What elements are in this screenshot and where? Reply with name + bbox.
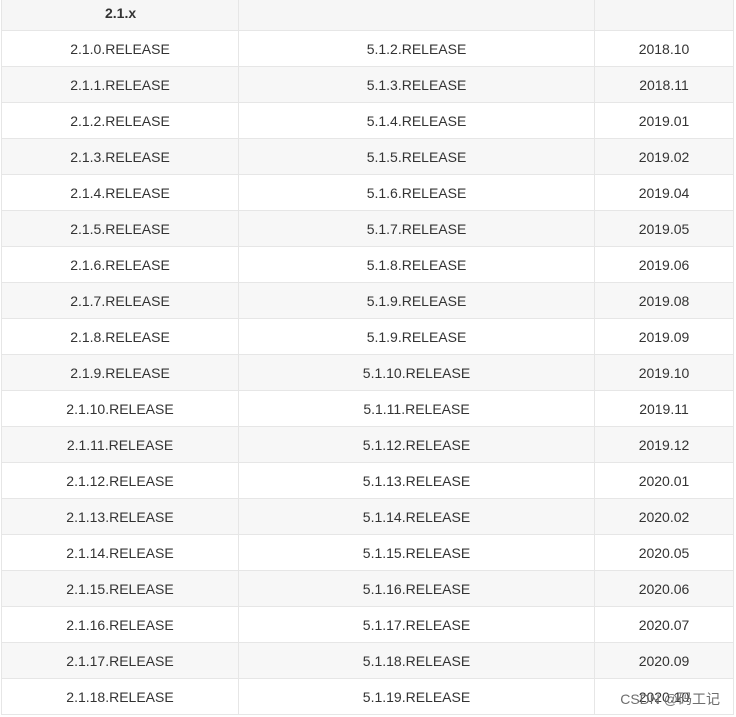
release-date-cell: 2020.02 <box>594 498 734 535</box>
boot-version-cell: 2.1.18.RELEASE <box>1 678 239 715</box>
table-row: 2.1.14.RELEASE 5.1.15.RELEASE 2020.05 <box>1 534 734 571</box>
release-date-cell: 2019.11 <box>594 390 734 427</box>
boot-version-cell: 2.1.16.RELEASE <box>1 606 239 643</box>
framework-version-cell: 5.1.12.RELEASE <box>238 426 595 463</box>
table-row: 2.1.17.RELEASE 5.1.18.RELEASE 2020.09 <box>1 642 734 679</box>
boot-version-cell: 2.1.9.RELEASE <box>1 354 239 391</box>
table-row: 2.1.13.RELEASE 5.1.14.RELEASE 2020.02 <box>1 498 734 535</box>
release-date-cell: 2019.09 <box>594 318 734 355</box>
framework-version-cell: 5.1.15.RELEASE <box>238 534 595 571</box>
release-date-cell: 2019.04 <box>594 174 734 211</box>
framework-version-cell: 5.1.13.RELEASE <box>238 462 595 499</box>
boot-version-cell: 2.1.7.RELEASE <box>1 282 239 319</box>
table-row: 2.1.11.RELEASE 5.1.12.RELEASE 2019.12 <box>1 426 734 463</box>
framework-version-cell: 5.1.9.RELEASE <box>238 282 595 319</box>
release-date-cell: 2019.08 <box>594 282 734 319</box>
boot-version-cell: 2.1.5.RELEASE <box>1 210 239 247</box>
section-empty-cell <box>594 0 734 31</box>
boot-version-cell: 2.1.10.RELEASE <box>1 390 239 427</box>
table-row: 2.1.6.RELEASE 5.1.8.RELEASE 2019.06 <box>1 246 734 283</box>
release-date-cell: 2018.11 <box>594 66 734 103</box>
release-date-cell: 2019.01 <box>594 102 734 139</box>
table-row: 2.1.1.RELEASE 5.1.3.RELEASE 2018.11 <box>1 66 734 103</box>
release-date-cell: 2020.09 <box>594 642 734 679</box>
section-header-row: 2.1.x <box>1 0 734 31</box>
framework-version-cell: 5.1.18.RELEASE <box>238 642 595 679</box>
boot-version-cell: 2.1.12.RELEASE <box>1 462 239 499</box>
boot-version-cell: 2.1.3.RELEASE <box>1 138 239 175</box>
framework-version-cell: 5.1.9.RELEASE <box>238 318 595 355</box>
release-date-cell: 2020.01 <box>594 462 734 499</box>
table-row: 2.1.5.RELEASE 5.1.7.RELEASE 2019.05 <box>1 210 734 247</box>
framework-version-cell: 5.1.3.RELEASE <box>238 66 595 103</box>
framework-version-cell: 5.1.5.RELEASE <box>238 138 595 175</box>
framework-version-cell: 5.1.4.RELEASE <box>238 102 595 139</box>
boot-version-cell: 2.1.13.RELEASE <box>1 498 239 535</box>
table-row: 2.1.16.RELEASE 5.1.17.RELEASE 2020.07 <box>1 606 734 643</box>
framework-version-cell: 5.1.10.RELEASE <box>238 354 595 391</box>
table-row: 2.1.7.RELEASE 5.1.9.RELEASE 2019.08 <box>1 282 734 319</box>
boot-version-cell: 2.1.2.RELEASE <box>1 102 239 139</box>
release-date-cell: 2018.10 <box>594 30 734 67</box>
section-empty-cell <box>238 0 595 31</box>
release-date-cell: 2020.05 <box>594 534 734 571</box>
table-row: 2.1.3.RELEASE 5.1.5.RELEASE 2019.02 <box>1 138 734 175</box>
release-date-cell: 2020.07 <box>594 606 734 643</box>
version-table: 2.1.x 2.1.0.RELEASE 5.1.2.RELEASE 2018.10 2… <box>1 0 734 715</box>
release-date-cell: 2019.06 <box>594 246 734 283</box>
boot-version-cell: 2.1.14.RELEASE <box>1 534 239 571</box>
boot-version-cell: 2.1.1.RELEASE <box>1 66 239 103</box>
framework-version-cell: 5.1.2.RELEASE <box>238 30 595 67</box>
framework-version-cell: 5.1.8.RELEASE <box>238 246 595 283</box>
table-row: 2.1.10.RELEASE 5.1.11.RELEASE 2019.11 <box>1 390 734 427</box>
framework-version-cell: 5.1.16.RELEASE <box>238 570 595 607</box>
framework-version-cell: 5.1.6.RELEASE <box>238 174 595 211</box>
boot-version-cell: 2.1.11.RELEASE <box>1 426 239 463</box>
framework-version-cell: 5.1.11.RELEASE <box>238 390 595 427</box>
framework-version-cell: 5.1.19.RELEASE <box>238 678 595 715</box>
table-row: 2.1.0.RELEASE 5.1.2.RELEASE 2018.10 <box>1 30 734 67</box>
boot-version-cell: 2.1.8.RELEASE <box>1 318 239 355</box>
version-table-body: 2.1.x 2.1.0.RELEASE 5.1.2.RELEASE 2018.10 2… <box>1 0 734 715</box>
boot-version-cell: 2.1.17.RELEASE <box>1 642 239 679</box>
boot-version-cell: 2.1.15.RELEASE <box>1 570 239 607</box>
table-row: 2.1.8.RELEASE 5.1.9.RELEASE 2019.09 <box>1 318 734 355</box>
boot-version-cell: 2.1.6.RELEASE <box>1 246 239 283</box>
version-table-container: 2.1.x 2.1.0.RELEASE 5.1.2.RELEASE 2018.10 2… <box>1 0 734 715</box>
table-row: 2.1.15.RELEASE 5.1.16.RELEASE 2020.06 <box>1 570 734 607</box>
boot-version-cell: 2.1.4.RELEASE <box>1 174 239 211</box>
table-row: 2.1.12.RELEASE 5.1.13.RELEASE 2020.01 <box>1 462 734 499</box>
table-row: 2.1.2.RELEASE 5.1.4.RELEASE 2019.01 <box>1 102 734 139</box>
framework-version-cell: 5.1.14.RELEASE <box>238 498 595 535</box>
release-date-cell: 2020.06 <box>594 570 734 607</box>
boot-version-cell: 2.1.0.RELEASE <box>1 30 239 67</box>
table-row: 2.1.4.RELEASE 5.1.6.RELEASE 2019.04 <box>1 174 734 211</box>
table-row: 2.1.9.RELEASE 5.1.10.RELEASE 2019.10 <box>1 354 734 391</box>
release-date-cell: 2019.10 <box>594 354 734 391</box>
framework-version-cell: 5.1.17.RELEASE <box>238 606 595 643</box>
section-label: 2.1.x <box>1 0 239 31</box>
framework-version-cell: 5.1.7.RELEASE <box>238 210 595 247</box>
release-date-cell: 2019.02 <box>594 138 734 175</box>
release-date-cell: 2019.05 <box>594 210 734 247</box>
watermark: CSDN @码工记 <box>620 691 720 707</box>
release-date-cell: 2019.12 <box>594 426 734 463</box>
